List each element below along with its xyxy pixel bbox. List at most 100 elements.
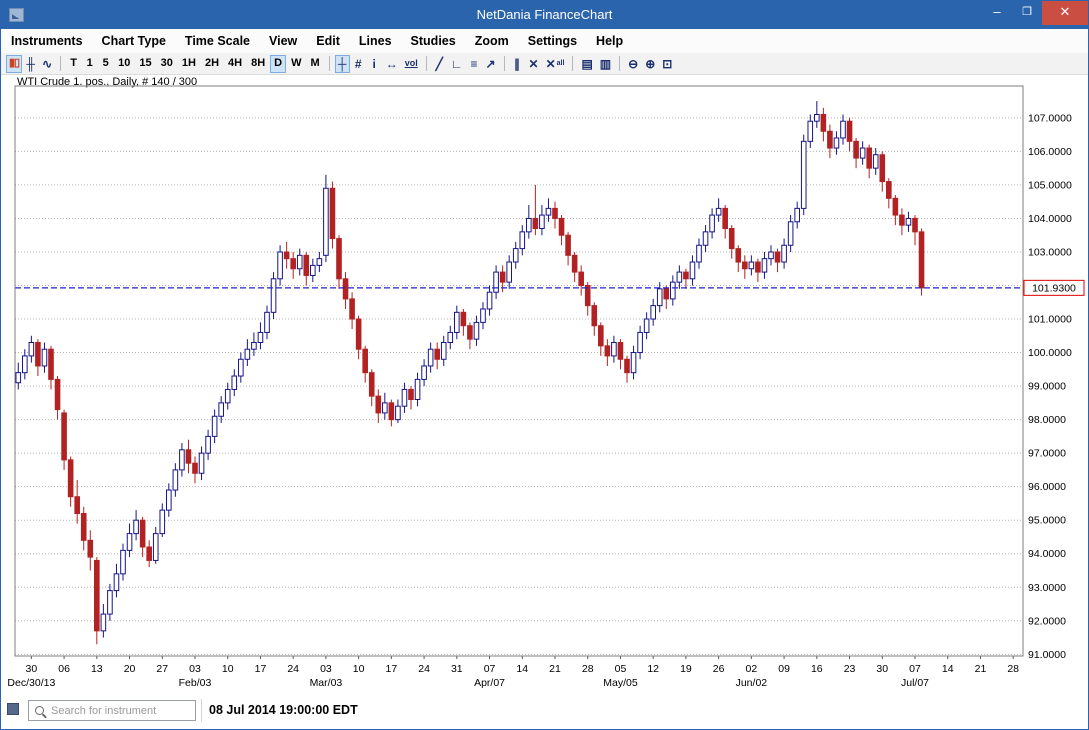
toolbar-separator bbox=[619, 56, 620, 71]
svg-text:101.9300: 101.9300 bbox=[1032, 282, 1076, 294]
month-label: Dec/30/13 bbox=[7, 677, 55, 689]
timeframe-30m-button[interactable]: 30 bbox=[157, 55, 177, 73]
candle bbox=[533, 185, 538, 235]
menu-lines[interactable]: Lines bbox=[359, 34, 392, 48]
horizontal-scale-icon[interactable]: ↔ bbox=[383, 55, 401, 73]
candle bbox=[81, 507, 86, 551]
candle bbox=[409, 386, 414, 409]
timeframe-weekly-button[interactable]: W bbox=[287, 55, 305, 73]
menu-studies[interactable]: Studies bbox=[411, 34, 456, 48]
candle bbox=[697, 239, 702, 269]
delete-all-lines-icon[interactable]: ✕all bbox=[543, 55, 568, 73]
maximize-button[interactable]: ❐ bbox=[1012, 1, 1042, 25]
candle bbox=[880, 151, 885, 191]
candle bbox=[566, 232, 571, 266]
line-chart-icon[interactable]: ∿ bbox=[39, 55, 55, 73]
minimize-button[interactable]: – bbox=[982, 1, 1012, 25]
x-tick-label: 23 bbox=[844, 663, 856, 675]
candle bbox=[29, 336, 34, 363]
timeframe-8h-button[interactable]: 8H bbox=[247, 55, 269, 73]
angle-line-icon[interactable]: ∟ bbox=[448, 55, 466, 73]
candle bbox=[612, 336, 617, 363]
timeframe-15m-button[interactable]: 15 bbox=[135, 55, 155, 73]
candles bbox=[16, 101, 924, 644]
candle bbox=[36, 339, 41, 376]
timeframe-1m-button[interactable]: 1 bbox=[82, 55, 97, 73]
trend-line-icon[interactable]: ╱ bbox=[432, 55, 447, 73]
delete-line-icon[interactable]: ✕ bbox=[526, 55, 542, 73]
candle bbox=[873, 148, 878, 175]
timeframe-tick-button[interactable]: T bbox=[66, 55, 81, 73]
menu-chart-type[interactable]: Chart Type bbox=[102, 34, 166, 48]
grid-icon[interactable]: # bbox=[351, 55, 366, 73]
toolbar-separator bbox=[60, 56, 61, 71]
crosshair-icon[interactable]: ┼ bbox=[335, 55, 350, 73]
search-input[interactable] bbox=[49, 704, 195, 718]
menu-instruments[interactable]: Instruments bbox=[11, 34, 83, 48]
close-button[interactable]: ✕ bbox=[1042, 1, 1088, 25]
select-lines-icon[interactable]: ∥ bbox=[510, 55, 525, 73]
toolbar-separator bbox=[504, 56, 505, 71]
candle bbox=[304, 252, 309, 286]
timeframe-5m-button[interactable]: 5 bbox=[98, 55, 113, 73]
info-icon[interactable]: i bbox=[367, 55, 382, 73]
x-tick-label: 26 bbox=[713, 663, 725, 675]
toolbar-separator bbox=[426, 56, 427, 71]
candle bbox=[350, 292, 355, 329]
timeframe-monthly-button[interactable]: M bbox=[307, 55, 324, 73]
candle bbox=[808, 115, 813, 149]
toolbar: ▮▯╫∿T151015301H2H4H8HDWM┼#i↔vol╱∟≡↗∥✕✕al… bbox=[1, 53, 1088, 75]
plot-border bbox=[15, 86, 1023, 656]
timeframe-4h-button[interactable]: 4H bbox=[224, 55, 246, 73]
candle bbox=[258, 322, 263, 349]
zoom-in-icon[interactable]: ⊕ bbox=[642, 55, 658, 73]
candle bbox=[232, 369, 237, 396]
zoom-interval-icon[interactable]: ⊡ bbox=[659, 55, 675, 73]
chart-area[interactable]: WTI Crude 1. pos., Daily, # 140 / 300 91… bbox=[1, 75, 1089, 696]
arrow-line-icon[interactable]: ↗ bbox=[482, 55, 498, 73]
candle bbox=[919, 229, 924, 296]
zoom-out-icon[interactable]: ⊖ bbox=[625, 55, 641, 73]
y-axis-label: 99.0000 bbox=[1028, 381, 1066, 393]
parallel-channel-icon[interactable]: ≡ bbox=[466, 55, 481, 73]
menu-time-scale[interactable]: Time Scale bbox=[185, 34, 250, 48]
x-tick-label: 21 bbox=[549, 663, 561, 675]
y-axis-label: 94.0000 bbox=[1028, 548, 1066, 560]
timeframe-2h-button[interactable]: 2H bbox=[201, 55, 223, 73]
print-icon[interactable]: ▤ bbox=[578, 55, 595, 73]
status-gripper-icon[interactable] bbox=[7, 703, 19, 715]
search-box[interactable] bbox=[28, 700, 196, 721]
ohlc-bar-chart-icon[interactable]: ╫ bbox=[23, 55, 38, 73]
x-tick-label: 13 bbox=[91, 663, 103, 675]
print-preview-icon[interactable]: ▥ bbox=[597, 55, 614, 73]
chart-svg: 91.000092.000093.000094.000095.000096.00… bbox=[1, 75, 1089, 696]
app-window: NetDania FinanceChart – ❐ ✕ InstrumentsC… bbox=[0, 0, 1089, 730]
candle bbox=[553, 202, 558, 229]
timeframe-daily-button[interactable]: D bbox=[270, 55, 286, 73]
candle bbox=[23, 349, 28, 379]
menu-view[interactable]: View bbox=[269, 34, 297, 48]
candle bbox=[127, 524, 132, 558]
candle bbox=[468, 322, 473, 349]
statusbar-timestamp: 08 Jul 2014 19:00:00 EDT bbox=[209, 703, 358, 717]
candle bbox=[736, 245, 741, 272]
menu-zoom[interactable]: Zoom bbox=[475, 34, 509, 48]
candle bbox=[245, 339, 250, 366]
candle bbox=[219, 396, 224, 423]
x-tick-label: 05 bbox=[615, 663, 627, 675]
timeframe-10m-button[interactable]: 10 bbox=[114, 55, 134, 73]
y-axis-label: 106.0000 bbox=[1028, 146, 1072, 158]
candle bbox=[618, 339, 623, 369]
timeframe-1h-button[interactable]: 1H bbox=[178, 55, 200, 73]
candlestick-chart-icon[interactable]: ▮▯ bbox=[6, 55, 22, 73]
candle bbox=[540, 205, 545, 235]
menu-settings[interactable]: Settings bbox=[528, 34, 577, 48]
candle bbox=[435, 343, 440, 370]
menu-help[interactable]: Help bbox=[596, 34, 623, 48]
candle bbox=[383, 393, 388, 420]
y-axis-label: 103.0000 bbox=[1028, 246, 1072, 258]
x-tick-label: 12 bbox=[647, 663, 659, 675]
volume-icon[interactable]: vol bbox=[402, 55, 421, 73]
menu-edit[interactable]: Edit bbox=[316, 34, 340, 48]
candle bbox=[389, 400, 394, 427]
